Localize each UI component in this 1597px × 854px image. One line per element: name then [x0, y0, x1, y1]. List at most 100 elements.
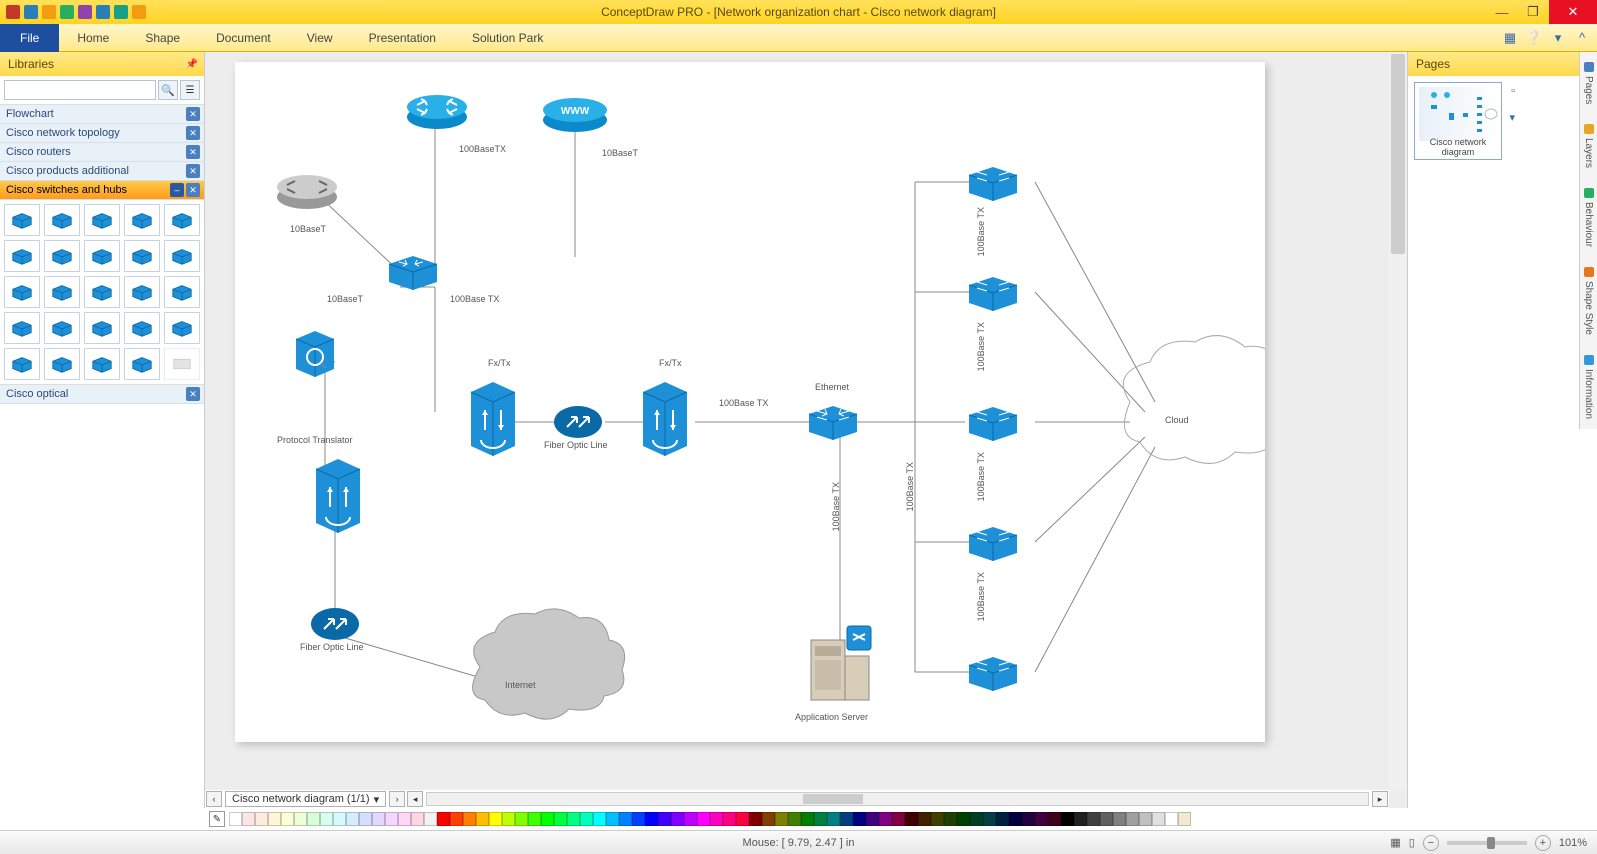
color-swatch[interactable] — [1087, 812, 1100, 826]
minimize-button[interactable]: — — [1487, 0, 1517, 24]
color-swatch[interactable] — [827, 812, 840, 826]
page-thumbnail[interactable]: Cisco network diagram ▫ ▾ — [1414, 82, 1502, 160]
color-swatch[interactable] — [658, 812, 671, 826]
switch-node[interactable] — [965, 655, 1021, 694]
close-icon[interactable]: ✕ — [186, 387, 200, 401]
sidetab-behaviour[interactable]: Behaviour — [1579, 178, 1597, 257]
color-swatch[interactable] — [502, 812, 515, 826]
qat-icon[interactable] — [96, 5, 110, 19]
sidetab-information[interactable]: Information — [1579, 345, 1597, 429]
libcat-products[interactable]: Cisco products additional✕ — [0, 162, 204, 181]
shape-item[interactable] — [84, 312, 120, 344]
color-swatch[interactable] — [983, 812, 996, 826]
qat-icon[interactable] — [114, 5, 128, 19]
color-swatch[interactable] — [1048, 812, 1061, 826]
canvas-page[interactable]: WWW — [235, 62, 1265, 742]
shape-item[interactable] — [4, 240, 40, 272]
shape-item[interactable] — [124, 240, 160, 272]
close-icon[interactable]: ✕ — [186, 164, 200, 178]
color-swatch[interactable] — [1178, 812, 1191, 826]
shape-item[interactable] — [84, 204, 120, 236]
scroll-right-button[interactable]: ▸ — [1372, 791, 1388, 807]
sidetab-pages[interactable]: Pages — [1579, 52, 1597, 114]
close-icon[interactable]: ✕ — [186, 183, 200, 197]
qat-icon[interactable] — [42, 5, 56, 19]
color-swatch[interactable] — [1061, 812, 1074, 826]
shape-item[interactable] — [44, 240, 80, 272]
color-swatch[interactable] — [489, 812, 502, 826]
shape-item[interactable] — [4, 204, 40, 236]
library-list-button[interactable]: ☰ — [180, 80, 200, 100]
sidetab-shape-style[interactable]: Shape Style — [1579, 257, 1597, 345]
optical-node[interactable] — [310, 457, 366, 536]
switch-node[interactable] — [965, 405, 1021, 444]
collapse-icon[interactable]: ^ — [1573, 29, 1591, 47]
color-swatch[interactable] — [1074, 812, 1087, 826]
app-server-node[interactable] — [805, 620, 875, 707]
libcat-flowchart[interactable]: Flowchart✕ — [0, 105, 204, 124]
chevron-down-icon[interactable]: ▾ — [374, 793, 380, 806]
file-menu[interactable]: File — [0, 24, 59, 52]
shape-item[interactable] — [124, 276, 160, 308]
color-swatch[interactable] — [229, 812, 242, 826]
pin-icon[interactable]: 📌 — [186, 59, 198, 70]
shape-item[interactable] — [84, 348, 120, 380]
color-swatch[interactable] — [918, 812, 931, 826]
color-swatch[interactable] — [970, 812, 983, 826]
color-swatch[interactable] — [866, 812, 879, 826]
color-swatch[interactable] — [320, 812, 333, 826]
minimize-icon[interactable]: – — [170, 183, 184, 197]
shape-item[interactable] — [164, 276, 200, 308]
help-icon[interactable]: ❔ — [1525, 29, 1543, 47]
switch-node[interactable] — [965, 165, 1021, 204]
search-button[interactable]: 🔍 — [158, 80, 178, 100]
color-swatch[interactable] — [1113, 812, 1126, 826]
color-swatch[interactable] — [697, 812, 710, 826]
color-swatch[interactable] — [463, 812, 476, 826]
color-swatch[interactable] — [931, 812, 944, 826]
libcat-optical[interactable]: Cisco optical✕ — [0, 385, 204, 404]
shape-item[interactable] — [164, 240, 200, 272]
color-swatch[interactable] — [814, 812, 827, 826]
color-swatch[interactable] — [879, 812, 892, 826]
router-node[interactable] — [405, 87, 469, 134]
color-swatch[interactable] — [554, 812, 567, 826]
color-swatch[interactable] — [1022, 812, 1035, 826]
color-swatch[interactable] — [710, 812, 723, 826]
color-swatch[interactable] — [515, 812, 528, 826]
shape-item[interactable] — [164, 204, 200, 236]
color-swatch[interactable] — [749, 812, 762, 826]
color-swatch[interactable] — [567, 812, 580, 826]
color-swatch[interactable] — [255, 812, 268, 826]
menu-presentation[interactable]: Presentation — [351, 24, 454, 52]
color-swatch[interactable] — [307, 812, 320, 826]
shape-item[interactable] — [124, 204, 160, 236]
color-swatch[interactable] — [840, 812, 853, 826]
color-swatch[interactable] — [996, 812, 1009, 826]
close-button[interactable]: ✕ — [1549, 0, 1597, 24]
zoom-slider[interactable] — [1447, 841, 1527, 845]
menu-solution-park[interactable]: Solution Park — [454, 24, 561, 52]
switch-node[interactable] — [385, 254, 441, 293]
page-options-icon[interactable]: ▫ — [1511, 85, 1515, 97]
shape-item[interactable] — [4, 312, 40, 344]
color-swatch[interactable] — [294, 812, 307, 826]
shape-item[interactable] — [164, 312, 200, 344]
color-swatch[interactable] — [541, 812, 554, 826]
close-icon[interactable]: ✕ — [186, 126, 200, 140]
color-swatch[interactable] — [801, 812, 814, 826]
shape-item[interactable] — [84, 276, 120, 308]
switch-node[interactable] — [965, 275, 1021, 314]
color-swatch[interactable] — [736, 812, 749, 826]
protocol-translator-node[interactable] — [290, 327, 340, 380]
shape-item[interactable] — [124, 312, 160, 344]
close-icon[interactable]: ✕ — [186, 107, 200, 121]
menu-document[interactable]: Document — [198, 24, 289, 52]
page-tab-selector[interactable]: Cisco network diagram (1/1)▾ — [225, 791, 386, 807]
www-router-node[interactable]: WWW — [541, 90, 609, 137]
shape-item[interactable] — [124, 348, 160, 380]
fiber-node[interactable] — [553, 405, 603, 442]
qat-icon[interactable] — [24, 5, 38, 19]
color-swatch[interactable] — [775, 812, 788, 826]
maximize-button[interactable]: ❐ — [1517, 0, 1549, 24]
